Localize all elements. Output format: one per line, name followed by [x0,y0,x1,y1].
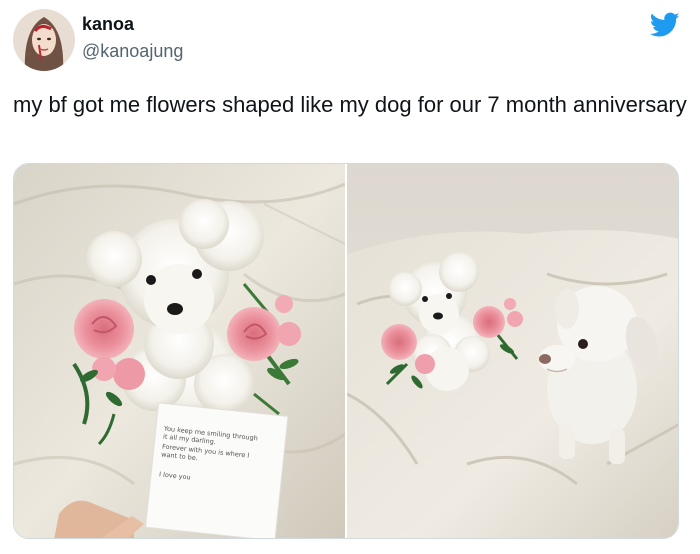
photo-flower-dog-closeup[interactable]: You keep me smiling through it all my da… [14,164,345,538]
tweet-text: my bf got me flowers shaped like my dog … [13,92,687,117]
twitter-bird-icon[interactable] [649,12,680,38]
author-avatar[interactable] [13,9,75,71]
tweet-card: kanoa @kanoajung my bf got me flowers sh… [0,0,700,554]
photo-flower-dog-with-real-dog[interactable] [347,164,678,538]
media-grid: You keep me smiling through it all my da… [13,163,679,539]
author-display-name[interactable]: kanoa [82,14,134,35]
author-handle[interactable]: @kanoajung [82,41,183,62]
avatar-image [13,9,75,71]
